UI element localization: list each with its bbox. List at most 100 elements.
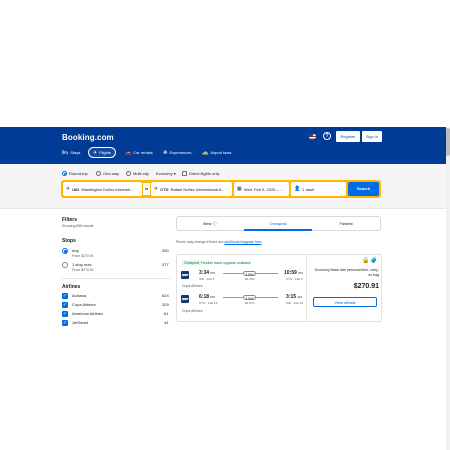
filters-title: Filters [62,217,78,223]
calendar-icon: ▦ [237,186,242,192]
return-arr-airport: IAD · Feb 13 [286,301,304,305]
nav-flights-label: Flights [99,150,111,155]
airline-american-checkbox[interactable]: ✓ [62,311,68,317]
fare-description: Economy Basic fare personal item, carry-… [315,268,379,277]
view-details-button[interactable]: View details [313,297,377,307]
multi-city-radio[interactable] [126,170,131,176]
airline-copa-count: 329 [162,302,169,307]
return-arrival-time: 3:15 AM [286,294,302,300]
nav-car-rentals[interactable]: 🚗 Car rentals [125,147,153,158]
card-divider [306,254,307,322]
plane-icon: ✈ [93,149,98,156]
stops-title: Stops [62,238,76,244]
airlines-title: Airlines [62,284,81,290]
search-button[interactable]: Search [348,182,379,196]
filters-divider [62,278,170,279]
nav-flights[interactable]: ✈ Flights [88,147,116,158]
dates-field[interactable]: ▦ Wed, Feb 5, 2025 – ... [234,182,289,196]
return-dep-airport: CTG · Feb 13 [199,301,218,305]
round-trip-label: Round-trip [69,170,88,176]
person-icon: 👤 [294,186,301,192]
airline-jetsmart-checkbox[interactable]: ✓ [62,320,68,326]
destination-field[interactable]: ✈ CTG Rafael Núñez International A... [151,182,232,196]
return-stops-pill: 1 stop [243,294,257,300]
airline-copa-label: Copa Airlines [72,302,96,307]
origin-field[interactable]: ✈ IAD Washington Dulles internati... [63,182,142,196]
takeoff-icon: ✈ [66,186,71,192]
info-icon[interactable]: ⓘ [213,221,217,226]
page-scrollbar-track[interactable] [446,127,450,450]
outbound-arr-ampm: PM [298,271,303,275]
carry-on-bag-icon: 🧳 [370,258,378,264]
baggage-fees-link[interactable]: additional baggage fees [224,240,261,244]
flexible-ticket-label: Flexible ticket upgrade available [201,260,251,265]
direct-flights-label: Direct flights only [189,170,220,176]
nav-airport-taxis[interactable]: 🚕 Airport taxis [202,147,231,158]
band-divider [0,208,446,209]
origin-name: Washington Dulles internati... [81,186,133,192]
direct-flights-checkbox[interactable] [182,170,187,176]
register-button[interactable]: Register [336,131,360,142]
return-duration: 8h 57m [245,301,256,305]
destination-code: CTG [160,186,169,192]
direct-flights-option[interactable]: Direct flights only [182,169,219,177]
return-arr-ampm: AM [297,295,302,299]
airline-logo-icon [181,271,189,279]
one-way-option[interactable]: One-way [96,169,119,177]
personal-item-icon: 🔒 [362,258,370,264]
multi-city-option[interactable]: Multi-city [126,169,149,177]
round-trip-option[interactable]: Round-trip [62,169,88,177]
sign-in-button[interactable]: Sign in [362,131,382,142]
airline-avianca-checkbox[interactable]: ✓ [62,293,68,299]
one-way-label: One-way [103,170,120,176]
tab-fastest[interactable]: Fastest [312,221,380,226]
nav-airport-taxis-label: Airport taxis [210,150,232,155]
outbound-duration: 8h 25m [245,277,256,281]
dates-value: Wed, Feb 5, 2025 – ... [243,186,284,192]
outbound-arr-airport: CTG · Feb 5 [286,277,303,281]
taxi-icon: 🚕 [202,149,209,156]
nav-experiences-label: Experiences [169,150,192,155]
stops-any-price: From $270.91 [72,254,94,258]
return-departure-time: 6:18 PM [199,294,215,300]
outbound-stops-pill: 1 stop [243,270,257,276]
travelers-value: 1 adult [302,186,315,192]
nav-experiences[interactable]: ☸ Experiences [163,147,192,158]
landing-icon: ✈ [154,186,159,192]
ferris-wheel-icon: ☸ [163,149,168,156]
stops-one-label: 1 stop max [72,262,92,267]
page-scrollbar-thumb[interactable] [446,128,450,156]
stops-one-price: From $270.91 [72,268,94,272]
tab-best-label: Best [203,221,212,226]
help-icon[interactable]: ? [323,132,331,140]
nav-car-rentals-label: Car rentals [133,150,153,155]
tab-cheapest[interactable]: Cheapest [244,221,312,226]
round-trip-radio[interactable] [62,170,67,176]
stops-any-radio[interactable] [62,248,68,254]
car-icon: 🚗 [125,149,132,156]
airline-avianca-label: Avianca [72,293,87,298]
outbound-airline: Copa Airlines [182,284,203,288]
active-tab-indicator [244,229,312,231]
nav-stays[interactable]: 🛏 Stays [62,147,80,158]
airline-avianca-count: 624 [162,293,169,298]
outbound-arrival-time: 10:59 PM [284,270,303,276]
airline-american-count: 61 [164,311,169,316]
outbound-arr-time: 10:59 [284,270,297,276]
destination-name: Rafael Núñez International A... [170,186,225,192]
outbound-departure-time: 3:34 PM [199,270,215,276]
travelers-field[interactable]: 👤 1 adult [291,182,346,196]
stops-any-label: Any [72,248,79,253]
flight-price: $270.91 [353,283,379,290]
tab-best[interactable]: Best ⓘ [176,221,244,227]
us-flag-icon[interactable] [309,133,316,140]
airline-copa-checkbox[interactable]: ✓ [62,302,68,308]
stops-one-radio[interactable] [62,262,68,268]
one-way-radio[interactable] [96,170,101,176]
outbound-dep-ampm: PM [210,271,215,275]
baggage-note: Prices may change if there are additiona… [176,240,262,244]
booking-logo[interactable]: Booking.com [62,133,114,142]
swap-icon[interactable]: ⇆ [143,183,150,195]
outbound-dep-airport: IAD · Feb 5 [199,277,215,281]
cabin-class-select[interactable]: Economy ▾ [156,169,176,177]
